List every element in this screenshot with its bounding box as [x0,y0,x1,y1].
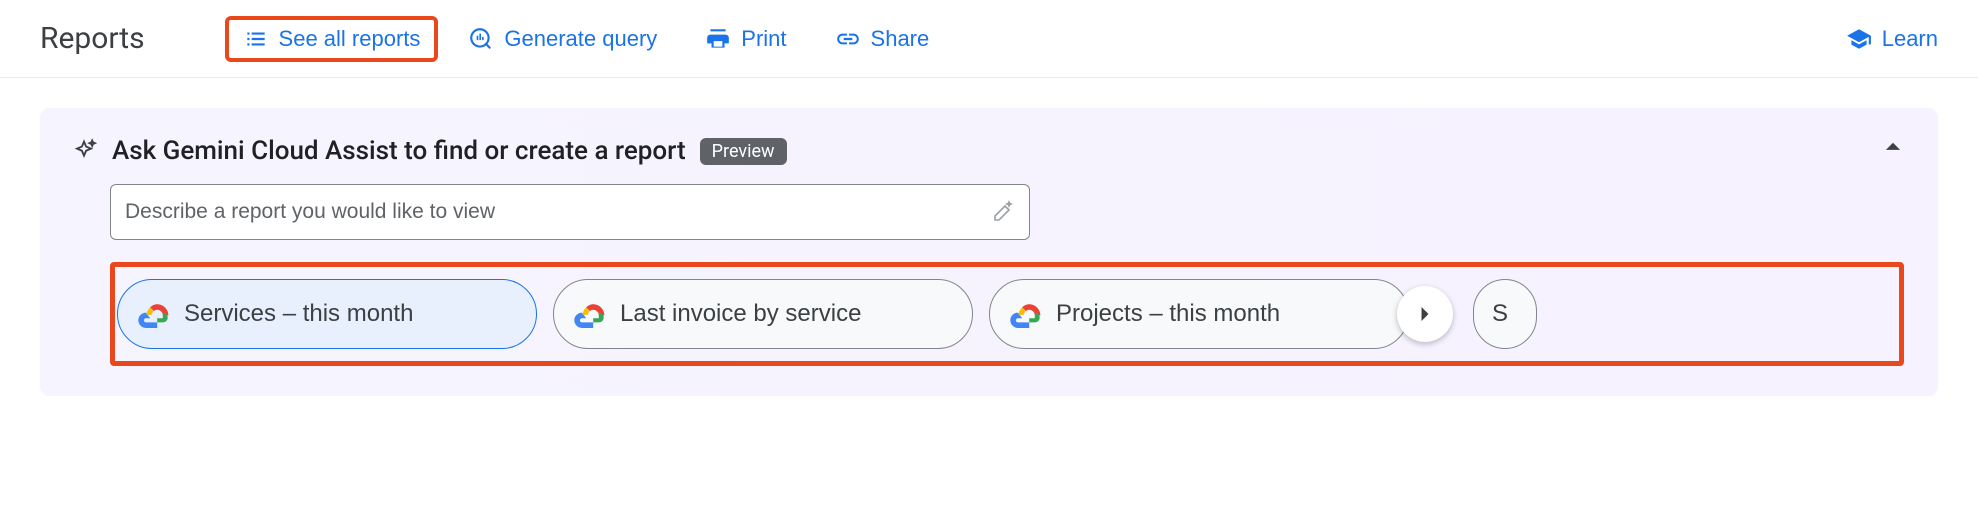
highlight-see-all: See all reports [225,16,439,62]
chip-label: Services – this month [184,300,413,328]
scroll-right-button[interactable] [1397,286,1453,342]
suggestion-chips-highlight: Services – this month Last invoice by se… [110,262,1904,366]
chevron-up-icon [1876,130,1910,164]
chip-projects-this-month[interactable]: Projects – this month [989,279,1409,349]
collapse-button[interactable] [1876,130,1910,164]
report-prompt-input[interactable] [125,200,991,224]
chip-label: Last invoice by service [620,300,861,328]
chevron-right-icon [1411,300,1439,328]
see-all-label: See all reports [279,26,421,52]
google-cloud-icon [1008,300,1042,328]
pencil-spark-icon [991,200,1015,224]
panel-container: Ask Gemini Cloud Assist to find or creat… [0,78,1978,396]
toolbar: Reports See all reports Generate query P… [0,0,1978,78]
toolbar-actions: See all reports Generate query Print Sha… [243,16,1938,62]
generate-query-button[interactable]: Generate query [468,26,657,52]
learn-label: Learn [1882,26,1938,52]
learn-button[interactable]: Learn [1846,26,1938,52]
link-icon [835,26,861,52]
panel-title: Ask Gemini Cloud Assist to find or creat… [112,136,686,166]
graduation-cap-icon [1846,26,1872,52]
share-label: Share [871,26,930,52]
report-prompt-input-wrap[interactable] [110,184,1030,240]
chart-search-icon [468,26,494,52]
print-icon [705,26,731,52]
google-cloud-icon [572,300,606,328]
print-label: Print [741,26,786,52]
list-icon [243,26,269,52]
chip-overflow-label: S [1492,300,1508,328]
share-button[interactable]: Share [835,26,930,52]
chip-label: Projects – this month [1056,300,1280,328]
gemini-panel: Ask Gemini Cloud Assist to find or creat… [40,108,1938,396]
preview-badge: Preview [700,138,787,165]
chip-last-invoice-by-service[interactable]: Last invoice by service [553,279,973,349]
input-row [70,184,1908,240]
print-button[interactable]: Print [705,26,786,52]
chip-overflow[interactable]: S [1473,279,1537,349]
see-all-reports-button[interactable]: See all reports [243,26,421,52]
panel-header: Ask Gemini Cloud Assist to find or creat… [70,136,1908,166]
google-cloud-icon [136,300,170,328]
page-title: Reports [40,21,145,56]
chip-services-this-month[interactable]: Services – this month [117,279,537,349]
generate-label: Generate query [504,26,657,52]
sparkle-icon [70,137,98,165]
